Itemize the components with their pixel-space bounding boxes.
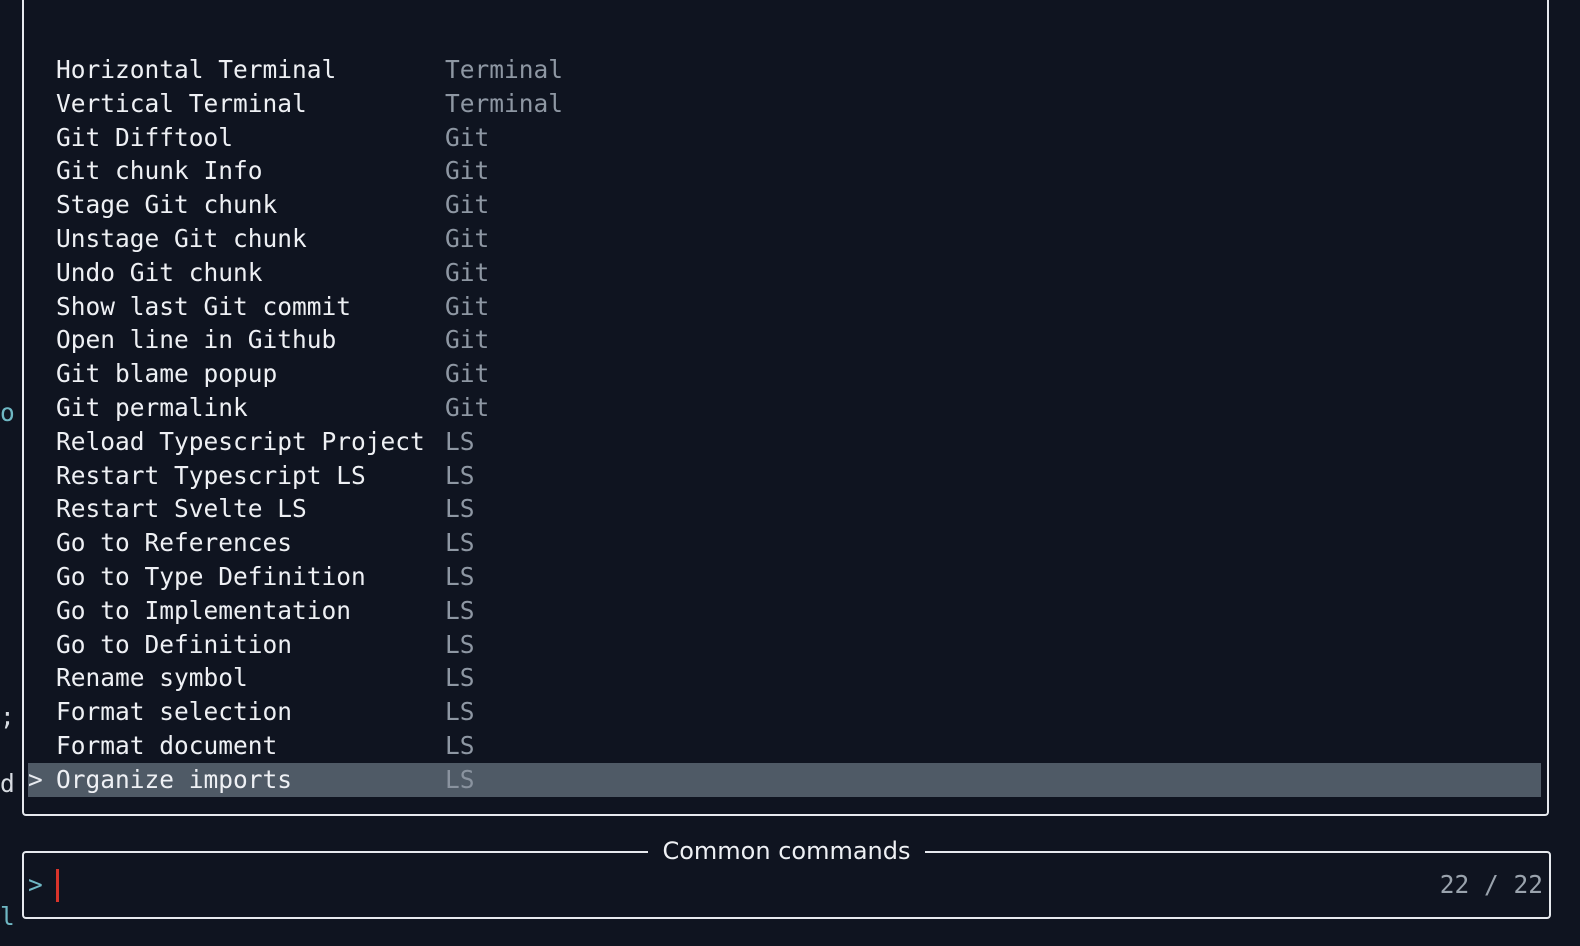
prompt-caret-icon: >: [28, 870, 43, 899]
command-prompt: Common commands > 22 / 22: [22, 837, 1551, 919]
command-item[interactable]: Show last Git commit Git: [24, 290, 1547, 324]
command-name: Restart Typescript LS: [56, 460, 366, 490]
prompt-title-label: Common commands: [648, 837, 925, 865]
command-category: LS: [445, 528, 475, 558]
command-name: Reload Typescript Project: [56, 426, 425, 456]
command-item[interactable]: Git permalink Git: [24, 391, 1547, 425]
command-list: Horizontal Terminal Terminal Vertical Term…: [24, 53, 1547, 797]
background-editor-char: ;: [0, 702, 15, 731]
command-category: LS: [445, 764, 475, 794]
command-item[interactable]: Git blame popup Git: [24, 357, 1547, 391]
command-category: LS: [445, 663, 475, 693]
command-search-input[interactable]: [54, 867, 1354, 903]
command-item[interactable]: Unstage Git chunk Git: [24, 222, 1547, 256]
command-item-selected[interactable]: > Organize imports LS: [28, 762, 1541, 797]
match-count: 22 / 22: [1439, 870, 1543, 899]
command-name: Git chunk Info: [56, 156, 263, 186]
command-category: LS: [445, 494, 475, 524]
command-name: Restart Svelte LS: [56, 494, 307, 524]
command-name: Go to References: [56, 528, 293, 558]
command-category: LS: [445, 460, 475, 490]
command-results-panel: Horizontal Terminal Terminal Vertical Term…: [22, 0, 1549, 816]
command-name: Undo Git chunk: [56, 257, 263, 287]
command-item[interactable]: Go to Type Definition LS: [24, 560, 1547, 594]
background-editor-char: o: [0, 398, 15, 427]
command-item[interactable]: Restart Typescript LS LS: [24, 459, 1547, 493]
command-name: Go to Type Definition: [56, 561, 366, 591]
selection-caret-icon: >: [28, 764, 43, 794]
prompt-title: Common commands: [24, 836, 1549, 866]
command-name: Format document: [56, 730, 278, 760]
command-category: LS: [445, 730, 475, 760]
command-category: Git: [445, 392, 490, 422]
command-name: Go to Implementation: [56, 595, 352, 625]
command-item[interactable]: Format selection LS: [24, 695, 1547, 729]
command-name: Git blame popup: [56, 359, 278, 389]
command-category: LS: [445, 426, 475, 456]
command-item[interactable]: Horizontal Terminal Terminal: [24, 53, 1547, 87]
command-name: Vertical Terminal: [56, 88, 307, 118]
command-item[interactable]: Format document LS: [24, 729, 1547, 763]
command-item[interactable]: Undo Git chunk Git: [24, 256, 1547, 290]
command-category: Terminal: [445, 55, 564, 84]
text-cursor: [56, 869, 59, 902]
command-item[interactable]: Go to Definition LS: [24, 628, 1547, 662]
command-name: Go to Definition: [56, 629, 293, 659]
command-category: Git: [445, 223, 490, 253]
command-category: LS: [445, 697, 475, 727]
command-category: Terminal: [445, 88, 564, 118]
command-name: Show last Git commit: [56, 291, 352, 321]
command-name: Git permalink: [56, 392, 248, 422]
command-name: Organize imports: [56, 764, 293, 794]
command-name: Unstage Git chunk: [56, 223, 307, 253]
command-category: Git: [445, 156, 490, 186]
command-item[interactable]: Rename symbol LS: [24, 661, 1547, 695]
command-item[interactable]: Reload Typescript Project LS: [24, 425, 1547, 459]
command-name: Stage Git chunk: [56, 190, 278, 220]
command-name: Git Difftool: [56, 122, 234, 152]
background-editor-char: d: [0, 769, 15, 798]
background-editor-char: l: [0, 902, 15, 931]
command-category: Git: [445, 359, 490, 389]
command-name: Open line in Github: [56, 325, 337, 355]
command-name: Format selection: [56, 697, 293, 727]
command-category: Git: [445, 190, 490, 220]
command-item[interactable]: Go to Implementation LS: [24, 594, 1547, 628]
command-item[interactable]: Restart Svelte LS LS: [24, 492, 1547, 526]
command-item[interactable]: Open line in Github Git: [24, 323, 1547, 357]
command-item[interactable]: Vertical Terminal Terminal: [24, 87, 1547, 121]
command-category: LS: [445, 629, 475, 659]
command-category: Git: [445, 257, 490, 287]
command-item[interactable]: Go to References LS: [24, 526, 1547, 560]
command-name: Rename symbol: [56, 663, 248, 693]
command-category: LS: [445, 595, 475, 625]
command-name: Horizontal Terminal: [56, 55, 337, 84]
command-item[interactable]: Stage Git chunk Git: [24, 188, 1547, 222]
command-category: Git: [445, 291, 490, 321]
command-category: LS: [445, 561, 475, 591]
command-category: Git: [445, 325, 490, 355]
command-item[interactable]: Git chunk Info Git: [24, 154, 1547, 188]
command-category: Git: [445, 122, 490, 152]
command-item[interactable]: Git Difftool Git: [24, 121, 1547, 155]
